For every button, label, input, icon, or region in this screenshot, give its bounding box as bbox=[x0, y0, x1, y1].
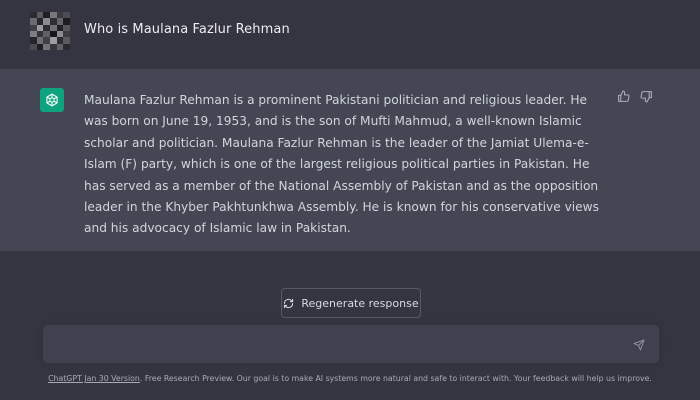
message-input-box bbox=[43, 325, 659, 363]
thumbs-down-icon[interactable] bbox=[639, 89, 654, 104]
user-message-text: Who is Maulana Fazlur Rehman bbox=[84, 22, 290, 37]
assistant-message-row: Maulana Fazlur Rehman is a prominent Pak… bbox=[0, 69, 700, 251]
refresh-icon bbox=[283, 298, 294, 309]
user-avatar bbox=[30, 12, 70, 50]
version-link[interactable]: ChatGPT Jan 30 Version bbox=[48, 374, 140, 383]
message-input[interactable] bbox=[55, 333, 619, 357]
chat-page: Who is Maulana Fazlur Rehman Maulana Faz… bbox=[0, 0, 700, 400]
regenerate-response-button[interactable]: Regenerate response bbox=[281, 288, 421, 318]
send-icon[interactable] bbox=[631, 337, 647, 353]
thumbs-up-icon[interactable] bbox=[616, 89, 631, 104]
footer-text: . Free Research Preview. Our goal is to … bbox=[139, 374, 652, 383]
footer-disclaimer: ChatGPT Jan 30 Version. Free Research Pr… bbox=[0, 374, 700, 383]
user-message-row: Who is Maulana Fazlur Rehman bbox=[0, 0, 700, 68]
openai-logo-icon bbox=[40, 88, 64, 112]
regenerate-label: Regenerate response bbox=[301, 296, 419, 310]
feedback-controls bbox=[616, 89, 654, 104]
assistant-message-text: Maulana Fazlur Rehman is a prominent Pak… bbox=[84, 93, 600, 236]
